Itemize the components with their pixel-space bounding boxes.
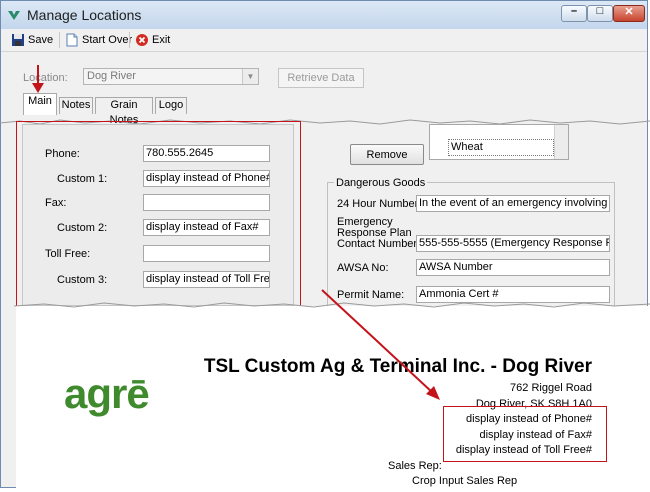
red-arrow-connector-icon	[321, 289, 440, 400]
